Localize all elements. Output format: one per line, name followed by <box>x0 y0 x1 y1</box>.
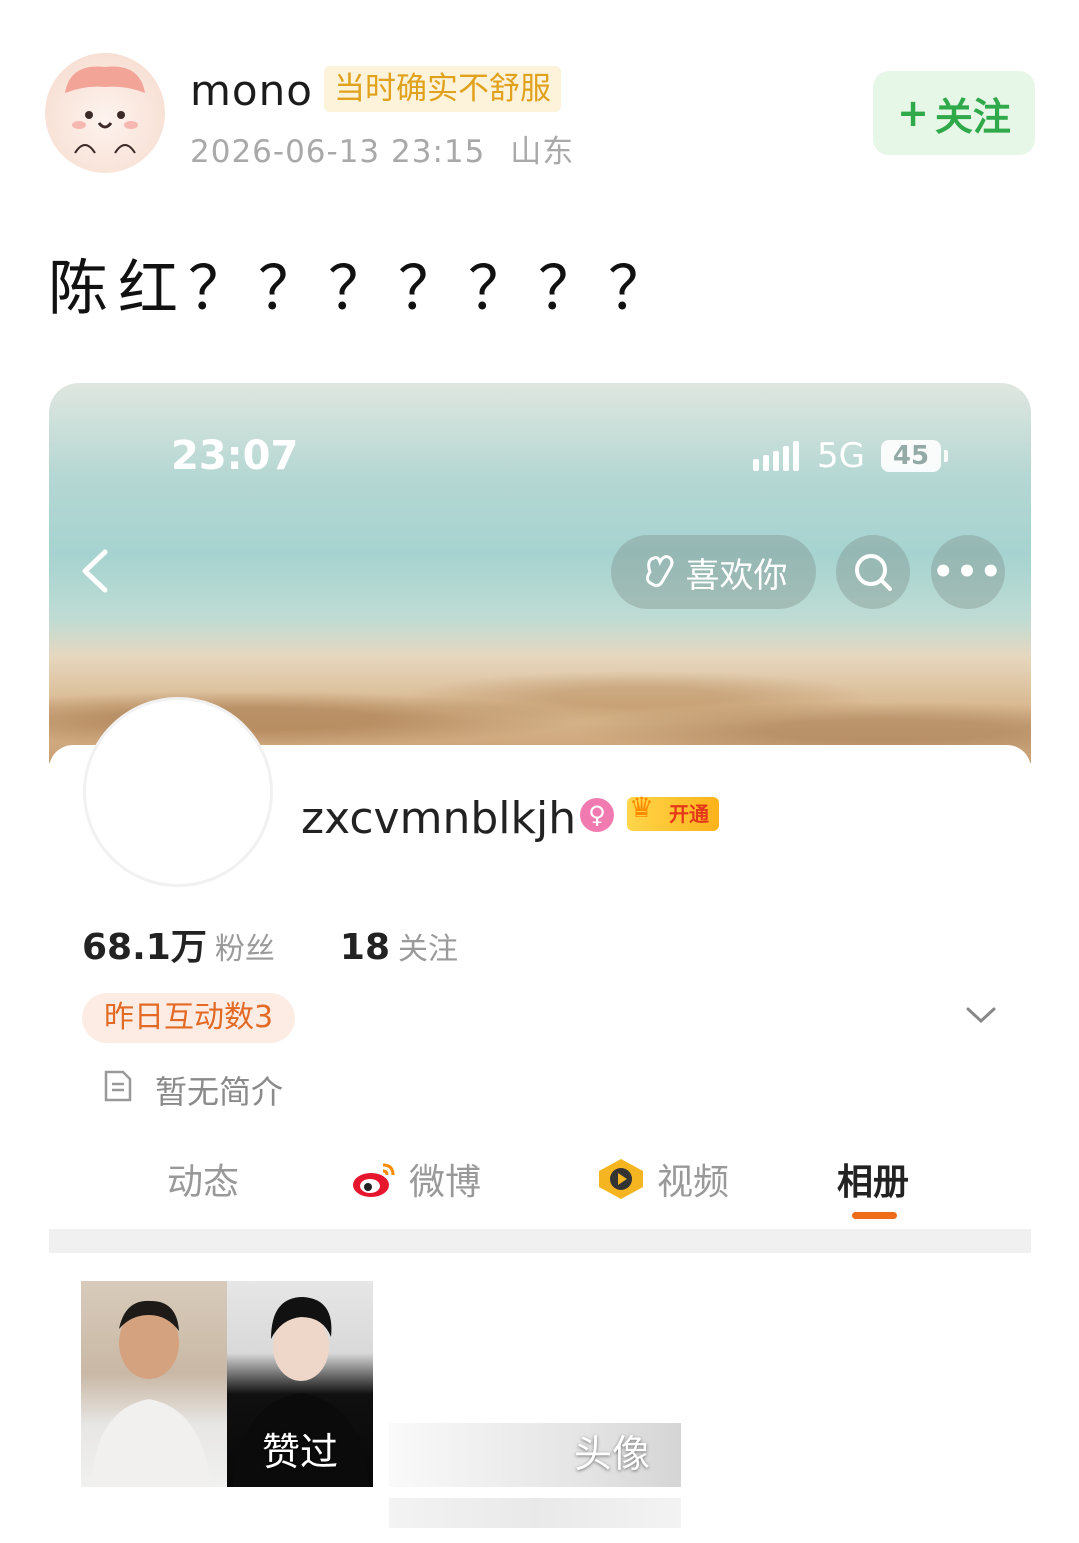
album-liked-label: 赞过 <box>261 1430 338 1474</box>
tab-weibo[interactable]: 微博 <box>351 1153 481 1205</box>
tab-album[interactable]: 相册 <box>837 1153 909 1205</box>
female-gender-icon: ♀ <box>580 798 614 832</box>
heart-hand-icon <box>645 555 673 588</box>
network-type: 5G <box>817 436 865 476</box>
like-you-button[interactable]: 喜欢你 <box>611 535 816 609</box>
post-text: 陈红？？？？？？？ <box>48 254 678 324</box>
author-tag: 当时确实不舒服 <box>324 66 561 112</box>
more-icon: ••• <box>932 552 1004 592</box>
plus-icon: + <box>897 91 929 135</box>
weibo-logo-icon <box>353 1163 395 1197</box>
author-avatar[interactable] <box>45 53 165 173</box>
section-divider <box>49 1229 1031 1253</box>
author-name[interactable]: mono <box>190 66 313 115</box>
tab-dongtai-label: 动态 <box>167 1162 240 1203</box>
battery-icon: 45 <box>881 440 941 472</box>
tab-dongtai[interactable]: 动态 <box>167 1153 239 1205</box>
video-play-icon <box>599 1159 643 1199</box>
person-photo <box>91 1300 211 1487</box>
tab-album-label: 相册 <box>837 1162 910 1203</box>
avatar-illustration <box>65 66 145 154</box>
profile-stats: 68.1万 粉丝 18 关注 <box>82 918 458 970</box>
more-button[interactable]: ••• <box>931 535 1005 609</box>
album-avatar-label: 头像 <box>574 1432 651 1476</box>
post-timestamp: 2026-06-13 23:15 <box>190 134 486 170</box>
chevron-down-icon[interactable] <box>964 1003 998 1027</box>
post-location: 山东 <box>510 134 575 170</box>
active-tab-indicator <box>852 1212 897 1219</box>
followers-count[interactable]: 68.1万 <box>82 927 207 968</box>
crown-icon: ♛ <box>629 791 655 824</box>
post-meta: 2026-06-13 23:15 山东 <box>190 126 574 171</box>
status-time: 23:07 <box>171 433 299 479</box>
like-you-label: 喜欢你 <box>685 555 788 596</box>
interaction-badge[interactable]: 昨日互动数3 <box>82 993 296 1043</box>
search-button[interactable] <box>836 535 910 609</box>
album-photo-1[interactable] <box>81 1281 227 1487</box>
profile-avatar[interactable] <box>83 697 273 887</box>
battery-tip <box>944 450 948 462</box>
tab-video-label: 视频 <box>657 1162 730 1203</box>
follow-button[interactable]: + 关注 <box>873 71 1035 155</box>
follow-label: 关注 <box>934 94 1011 139</box>
embedded-screenshot[interactable]: 23:07 5G 45 喜欢你 ••• zxcvmnblkjh ♀ 开通 ♛ 6… <box>49 383 1031 1543</box>
search-icon <box>855 554 892 591</box>
profile-username: zxcvmnblkjh <box>301 793 577 844</box>
following-count[interactable]: 18 <box>340 927 390 968</box>
tab-video[interactable]: 视频 <box>595 1153 729 1205</box>
tab-weibo-label: 微博 <box>409 1162 482 1203</box>
blurred-caption <box>389 1498 681 1528</box>
following-label: 关注 <box>398 932 459 967</box>
back-arrow-icon[interactable] <box>75 546 115 596</box>
signal-icon <box>753 441 799 471</box>
document-icon <box>104 1070 132 1102</box>
followers-label: 粉丝 <box>214 932 275 967</box>
profile-bio: 暂无简介 <box>155 1073 284 1111</box>
